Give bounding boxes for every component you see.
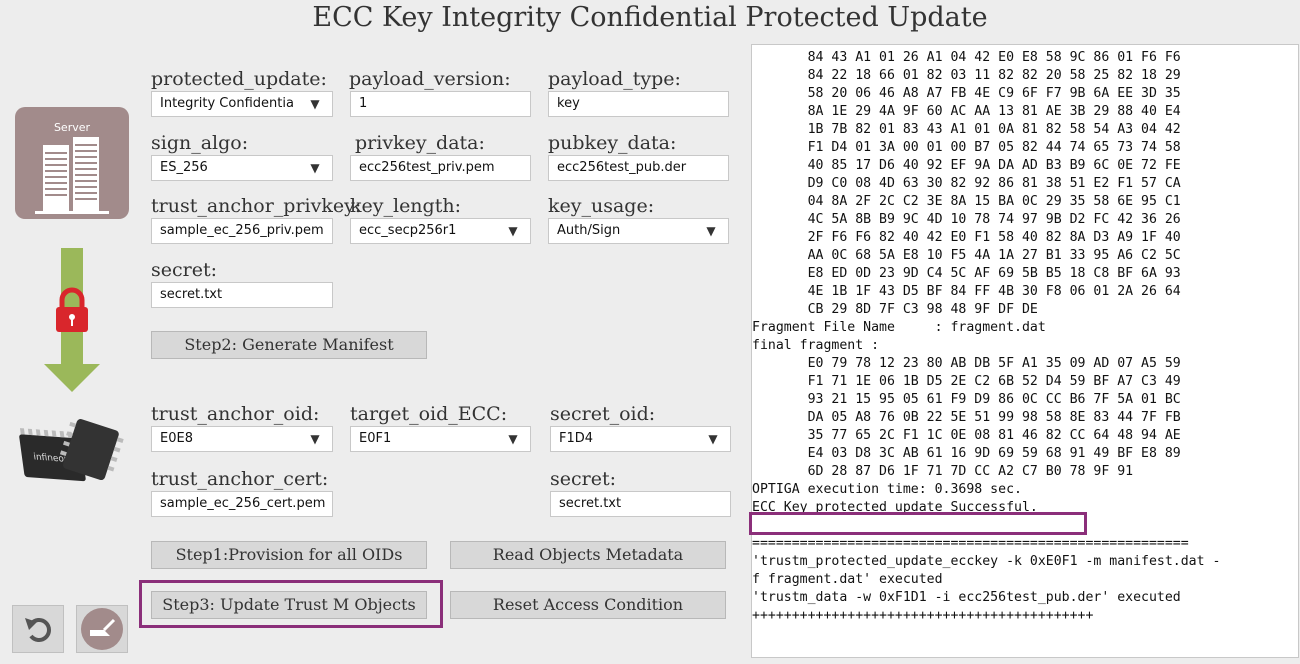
trust-anchor-oid-select[interactable]: E0E8 ▼ [151, 426, 333, 452]
payload-version-label: payload_version: [349, 68, 511, 90]
back-button[interactable] [12, 605, 64, 653]
secret-field[interactable]: secret.txt [151, 282, 333, 308]
key-usage-label: key_usage: [548, 195, 655, 217]
trust-anchor-privkey-field[interactable]: sample_ec_256_priv.pem [151, 218, 333, 244]
target-oid-ecc-select[interactable]: E0F1 ▼ [350, 426, 531, 452]
payload-type-label: payload_type: [548, 68, 681, 90]
server-icon: Server [15, 107, 129, 219]
protected-update-value: Integrity Confidentia [160, 96, 294, 111]
secret-field-2[interactable]: secret.txt [550, 491, 731, 517]
chevron-down-icon[interactable]: ▼ [298, 156, 332, 180]
trust-anchor-cert-field[interactable]: sample_ec_256_cert.pem [151, 491, 333, 517]
chip-icon: infineon [19, 419, 124, 482]
pubkey-data-label: pubkey_data: [548, 132, 677, 154]
provision-oids-button[interactable]: Step1:Provision for all OIDs [151, 541, 427, 569]
read-metadata-button[interactable]: Read Objects Metadata [450, 541, 726, 569]
server-rack-icon [35, 137, 109, 214]
privkey-data-field[interactable]: ecc256test_priv.pem [350, 155, 531, 181]
pubkey-data-field[interactable]: ecc256test_pub.der [548, 155, 729, 181]
target-oid-ecc-label: target_oid_ECC: [350, 403, 508, 425]
chevron-down-icon[interactable]: ▼ [496, 219, 530, 243]
target-oid-ecc-value: E0F1 [359, 431, 392, 446]
key-length-select[interactable]: ecc_secp256r1 ▼ [350, 218, 531, 244]
brush-icon [81, 608, 123, 650]
trust-anchor-privkey-label: trust_anchor_privkey: [151, 195, 362, 217]
secret-oid-label: secret_oid: [550, 403, 656, 425]
success-highlight [749, 512, 1087, 535]
undo-icon [25, 618, 51, 642]
sign-algo-select[interactable]: ES_256 ▼ [151, 155, 333, 181]
chevron-down-icon[interactable]: ▼ [696, 427, 730, 451]
secret-label: secret: [151, 259, 217, 281]
reset-access-button[interactable]: Reset Access Condition [450, 591, 726, 619]
privkey-data-label: privkey_data: [355, 132, 485, 154]
generate-manifest-button[interactable]: Step2: Generate Manifest [151, 331, 427, 359]
update-trust-m-button[interactable]: Step3: Update Trust M Objects [151, 591, 427, 619]
output-console[interactable]: 84 43 A1 01 26 A1 04 42 E0 E8 58 9C 86 0… [751, 44, 1299, 658]
secret-oid-select[interactable]: F1D4 ▼ [550, 426, 731, 452]
clean-button[interactable] [76, 605, 128, 653]
payload-version-field[interactable]: 1 [350, 91, 531, 117]
protected-update-label: protected_update: [151, 68, 327, 90]
sign-algo-label: sign_algo: [151, 132, 249, 154]
protected-update-select[interactable]: Integrity Confidentia ▼ [151, 91, 333, 117]
chevron-down-icon[interactable]: ▼ [298, 92, 332, 116]
key-length-value: ecc_secp256r1 [359, 223, 457, 238]
page-title: ECC Key Integrity Confidential Protected… [312, 2, 988, 33]
key-usage-select[interactable]: Auth/Sign ▼ [548, 218, 729, 244]
chevron-down-icon[interactable]: ▼ [694, 219, 728, 243]
key-length-label: key_length: [350, 195, 461, 217]
secret-label-2: secret: [550, 468, 616, 490]
secret-oid-value: F1D4 [559, 431, 594, 446]
payload-type-field[interactable]: key [548, 91, 729, 117]
chevron-down-icon[interactable]: ▼ [496, 427, 530, 451]
chevron-down-icon[interactable]: ▼ [298, 427, 332, 451]
console-text: 84 43 A1 01 26 A1 04 42 E0 E8 58 9C 86 0… [752, 50, 1221, 623]
trust-anchor-cert-label: trust_anchor_cert: [151, 468, 329, 490]
lock-icon [56, 287, 88, 332]
sign-algo-value: ES_256 [160, 160, 208, 175]
trust-anchor-oid-value: E0E8 [160, 431, 193, 446]
key-usage-value: Auth/Sign [557, 223, 621, 238]
trust-anchor-oid-label: trust_anchor_oid: [151, 403, 320, 425]
